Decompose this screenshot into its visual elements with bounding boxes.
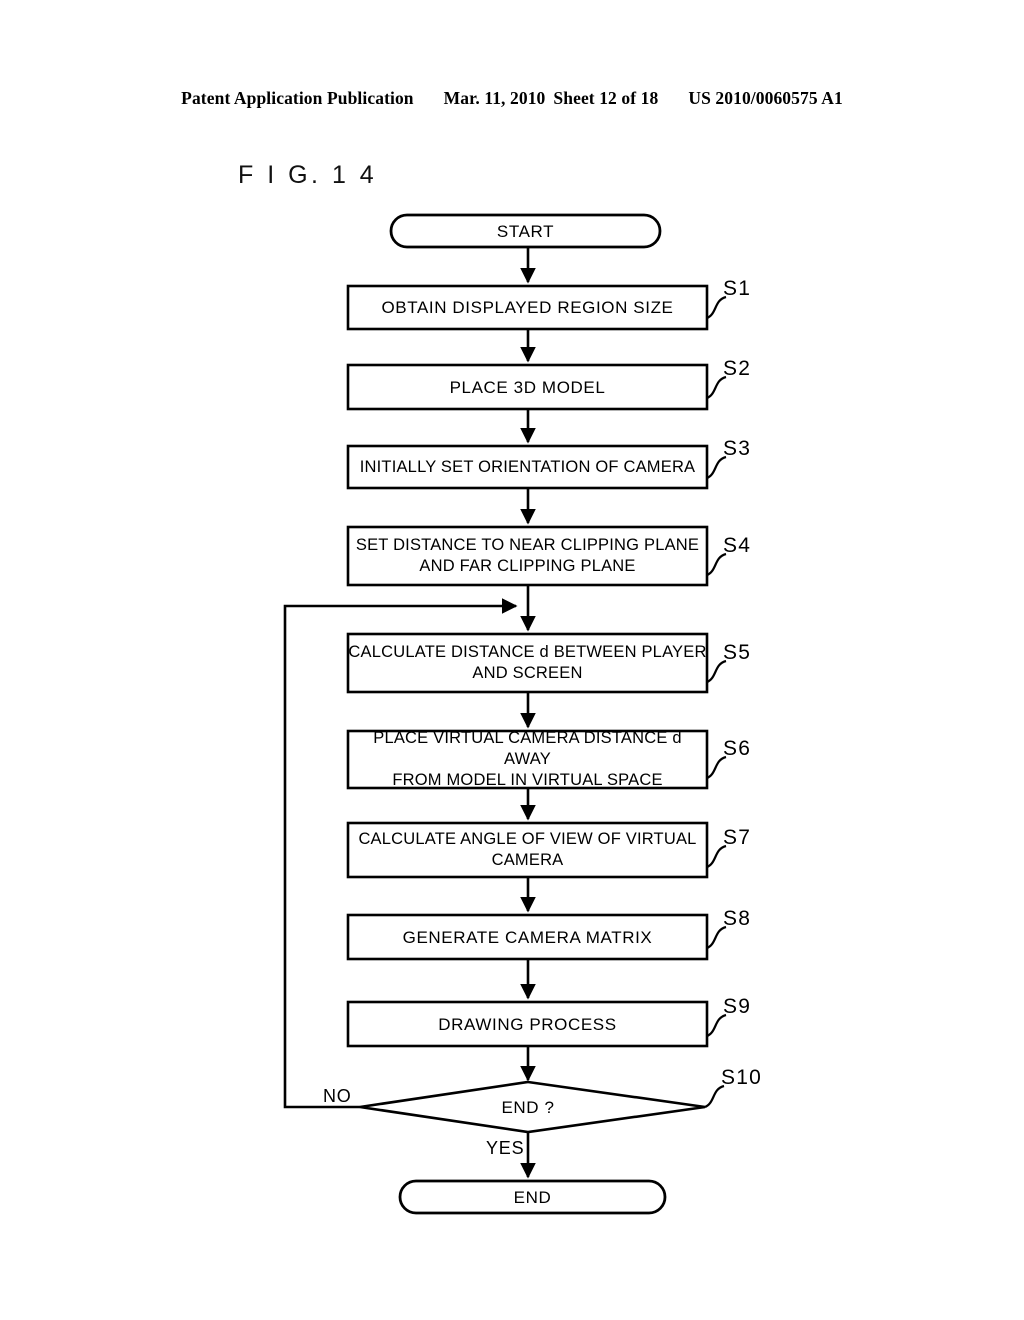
step-box-s5	[346, 632, 709, 694]
start-node-shape	[389, 213, 662, 249]
step-id-s10: S10	[721, 1066, 762, 1089]
step-box-s7	[346, 821, 709, 879]
step-box-s3	[346, 444, 709, 490]
step-id-s9: S9	[723, 995, 752, 1018]
step-box-s9	[346, 1000, 709, 1048]
end-node-shape	[398, 1179, 667, 1215]
decision-node-shape	[359, 1080, 706, 1134]
step-id-s8: S8	[723, 907, 752, 930]
step-id-s2: S2	[723, 357, 752, 380]
step-box-s4	[346, 525, 709, 587]
step-box-s2	[346, 363, 709, 411]
step-id-s1: S1	[723, 277, 752, 300]
step-id-s6: S6	[723, 737, 752, 760]
branch-label-yes: YES	[486, 1138, 525, 1158]
step-id-s3: S3	[723, 437, 752, 460]
step-box-s1	[346, 284, 709, 331]
step-id-s5: S5	[723, 641, 752, 664]
step-box-s8	[346, 913, 709, 961]
flowchart-svg	[283, 213, 727, 1215]
step-box-s6	[346, 729, 709, 790]
branch-label-no: NO	[323, 1086, 352, 1106]
step-id-s7: S7	[723, 826, 752, 849]
step-id-s4: S4	[723, 534, 752, 557]
flowchart-diagram: START OBTAIN DISPLAYED REGION SIZE PLACE…	[0, 0, 1024, 1320]
